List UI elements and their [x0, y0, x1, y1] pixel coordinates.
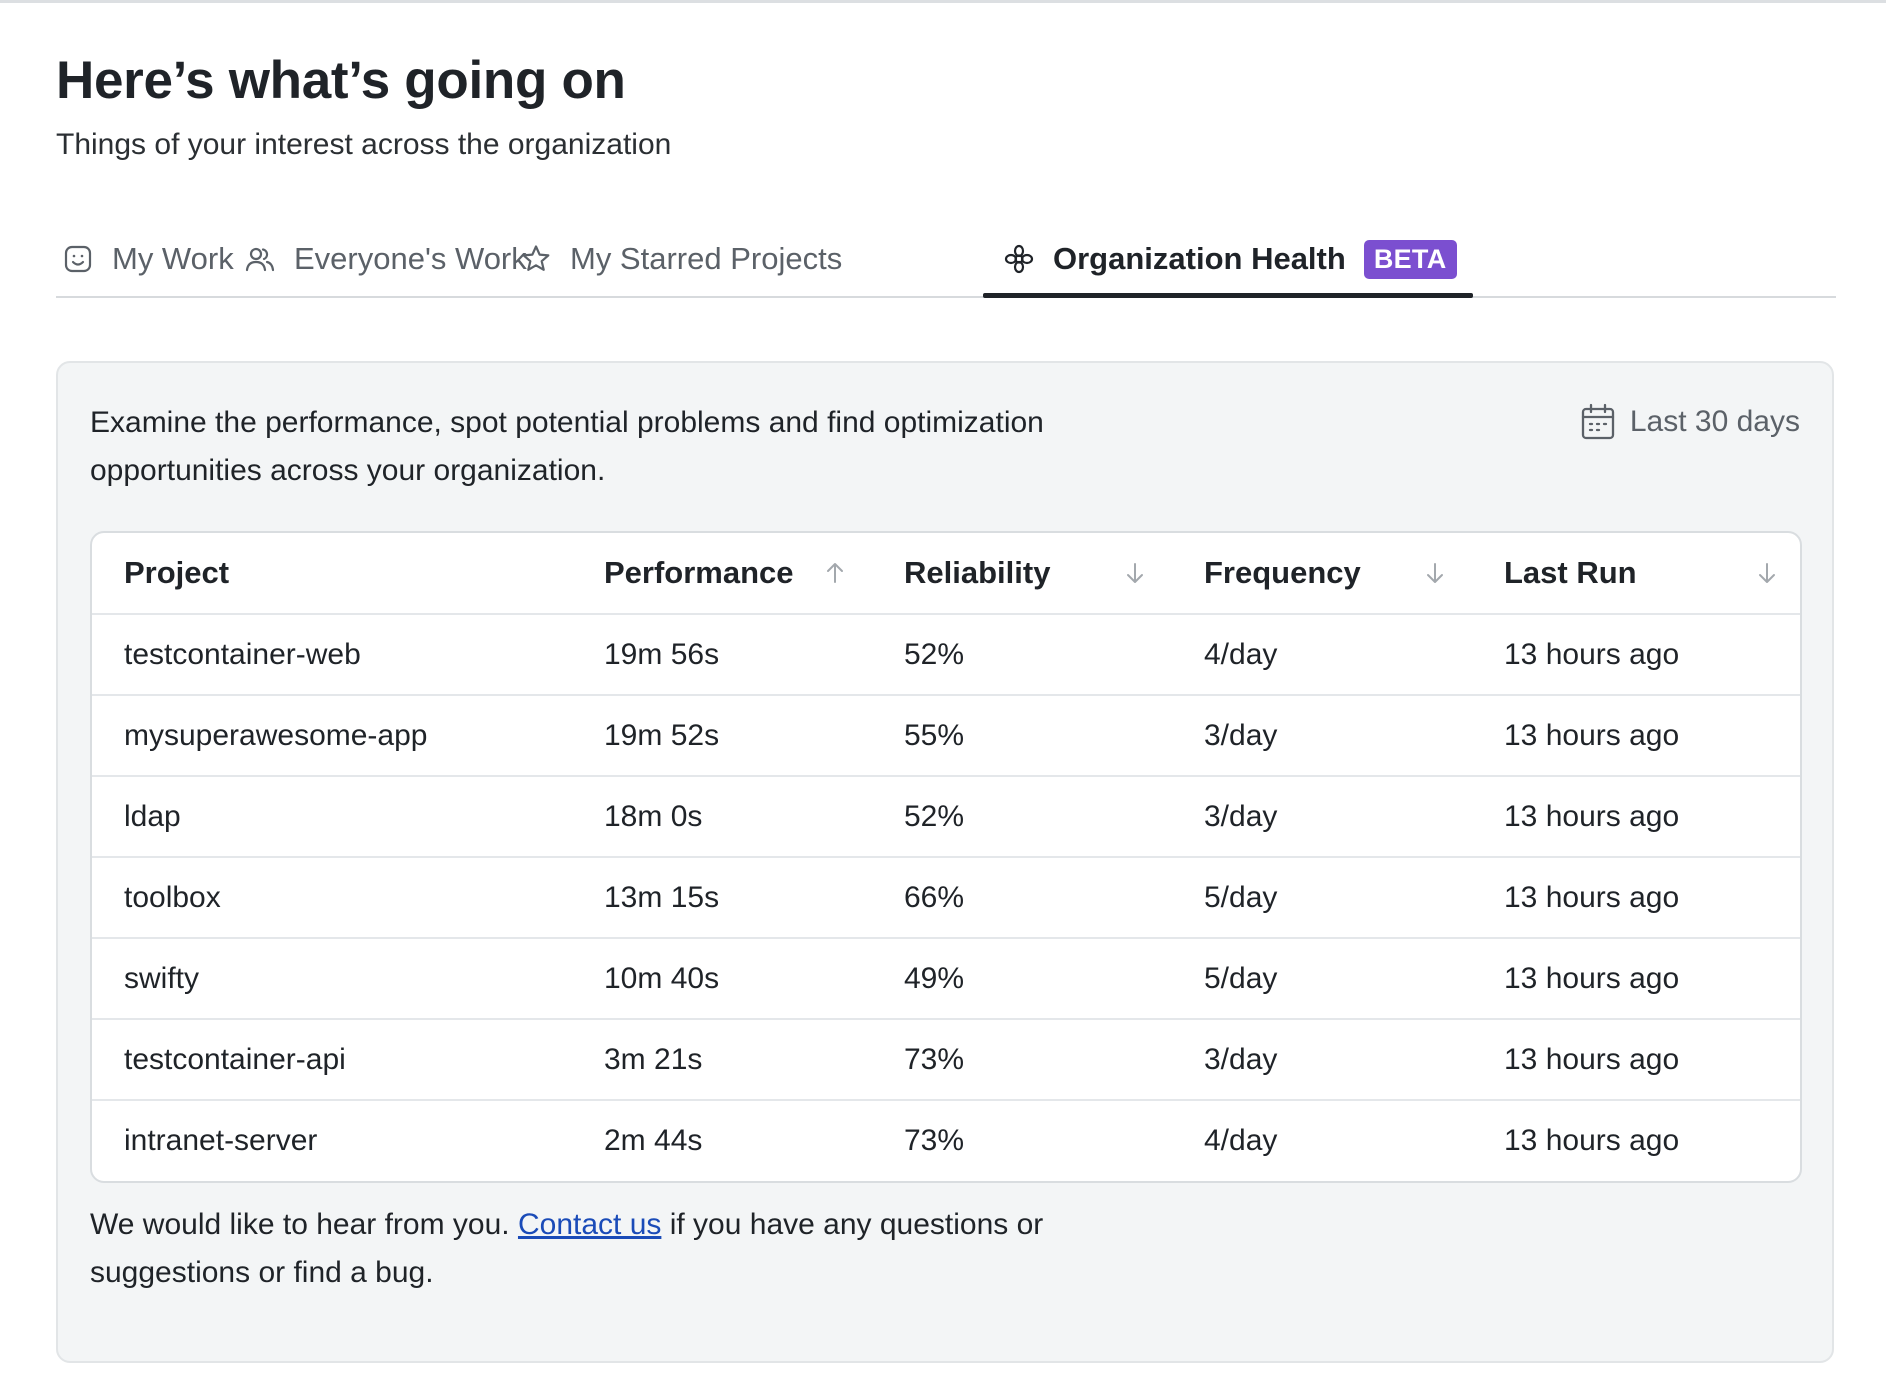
cell-performance: 2m 44s: [572, 1099, 872, 1181]
cell-frequency: 5/day: [1172, 856, 1472, 938]
tab-label: Everyone's Work: [294, 241, 527, 276]
cell-last-run: 13 hours ago: [1472, 613, 1800, 695]
cell-performance: 10m 40s: [572, 937, 872, 1019]
cell-reliability: 73%: [872, 1018, 1172, 1100]
column-header-project[interactable]: Project: [92, 533, 572, 614]
smiley-icon: [62, 243, 94, 275]
sort-arrow-down-icon[interactable]: [1754, 560, 1780, 586]
cell-performance: 19m 56s: [572, 613, 872, 695]
cell-project: testcontainer-web: [92, 613, 572, 695]
tab-bar: My Work Everyone's Work My Starred Proje…: [56, 222, 1836, 298]
tab-organization-health[interactable]: Organization Health BETA: [983, 222, 1473, 298]
cell-last-run: 13 hours ago: [1472, 775, 1800, 857]
date-range-selector[interactable]: Last 30 days: [1580, 403, 1800, 441]
cell-frequency: 4/day: [1172, 1099, 1472, 1181]
tab-label: My Work: [112, 241, 234, 276]
sort-arrow-up-icon[interactable]: [822, 560, 848, 586]
tab-label: Organization Health: [1053, 241, 1346, 276]
cell-frequency: 3/day: [1172, 775, 1472, 857]
cell-reliability: 49%: [872, 937, 1172, 1019]
tab-my-work[interactable]: My Work: [62, 222, 234, 296]
tab-my-starred-projects[interactable]: My Starred Projects: [520, 222, 842, 296]
page-title: Here’s what’s going on: [56, 51, 626, 110]
cell-project: mysuperawesome-app: [92, 694, 572, 776]
tab-label: My Starred Projects: [570, 241, 843, 276]
cell-last-run: 13 hours ago: [1472, 1018, 1800, 1100]
cell-performance: 18m 0s: [572, 775, 872, 857]
cell-reliability: 66%: [872, 856, 1172, 938]
page-subtitle: Things of your interest across the organ…: [56, 128, 672, 161]
cell-project: ldap: [92, 775, 572, 857]
panel-description: Examine the performance, spot potential …: [90, 406, 1044, 487]
cell-project: testcontainer-api: [92, 1018, 572, 1100]
cell-last-run: 13 hours ago: [1472, 1099, 1800, 1181]
cell-last-run: 13 hours ago: [1472, 937, 1800, 1019]
cell-reliability: 55%: [872, 694, 1172, 776]
column-header-reliability[interactable]: Reliability: [872, 533, 1172, 614]
cell-performance: 19m 52s: [572, 694, 872, 776]
cell-last-run: 13 hours ago: [1472, 694, 1800, 776]
table-row[interactable]: testcontainer-api 3m 21s 73% 3/day 13 ho…: [92, 1018, 1800, 1100]
table-row[interactable]: testcontainer-web 19m 56s 52% 4/day 13 h…: [92, 613, 1800, 695]
table-row[interactable]: swifty 10m 40s 49% 5/day 13 hours ago: [92, 937, 1800, 1019]
table-row[interactable]: intranet-server 2m 44s 73% 4/day 13 hour…: [92, 1099, 1800, 1181]
top-divider: [0, 0, 1886, 3]
calendar-icon: [1580, 403, 1616, 441]
column-header-performance[interactable]: Performance: [572, 533, 872, 614]
cell-project: toolbox: [92, 856, 572, 938]
people-icon: [244, 243, 276, 275]
cell-frequency: 5/day: [1172, 937, 1472, 1019]
projects-table: Project Performance Reliability Frequenc…: [90, 531, 1802, 1183]
cell-reliability: 52%: [872, 613, 1172, 695]
table-row[interactable]: mysuperawesome-app 19m 52s 55% 3/day 13 …: [92, 694, 1800, 776]
cell-last-run: 13 hours ago: [1472, 856, 1800, 938]
feedback-text-before: We would like to hear from you.: [90, 1208, 518, 1241]
date-range-label: Last 30 days: [1629, 405, 1800, 438]
beta-badge: BETA: [1363, 239, 1457, 279]
column-header-frequency[interactable]: Frequency: [1172, 533, 1472, 614]
feedback-note: We would like to hear from you. Contact …: [90, 1201, 1090, 1297]
contact-us-link[interactable]: Contact us: [518, 1208, 661, 1241]
cell-frequency: 3/day: [1172, 694, 1472, 776]
cell-project: intranet-server: [92, 1099, 572, 1181]
cell-project: swifty: [92, 937, 572, 1019]
table-header-row: Project Performance Reliability Frequenc…: [92, 533, 1800, 614]
table-row[interactable]: toolbox 13m 15s 66% 5/day 13 hours ago: [92, 856, 1800, 938]
organization-health-panel: Examine the performance, spot potential …: [56, 361, 1834, 1363]
sort-arrow-down-icon[interactable]: [1122, 560, 1148, 586]
cell-performance: 3m 21s: [572, 1018, 872, 1100]
cell-frequency: 3/day: [1172, 1018, 1472, 1100]
cell-reliability: 52%: [872, 775, 1172, 857]
cell-reliability: 73%: [872, 1099, 1172, 1181]
tab-everyones-work[interactable]: Everyone's Work: [244, 222, 527, 296]
cell-performance: 13m 15s: [572, 856, 872, 938]
table-row[interactable]: ldap 18m 0s 52% 3/day 13 hours ago: [92, 775, 1800, 857]
star-icon: [520, 243, 552, 275]
flower-icon: [1003, 243, 1035, 275]
cell-frequency: 4/day: [1172, 613, 1472, 695]
column-header-last-run[interactable]: Last Run: [1472, 533, 1800, 614]
sort-arrow-down-icon[interactable]: [1422, 560, 1448, 586]
